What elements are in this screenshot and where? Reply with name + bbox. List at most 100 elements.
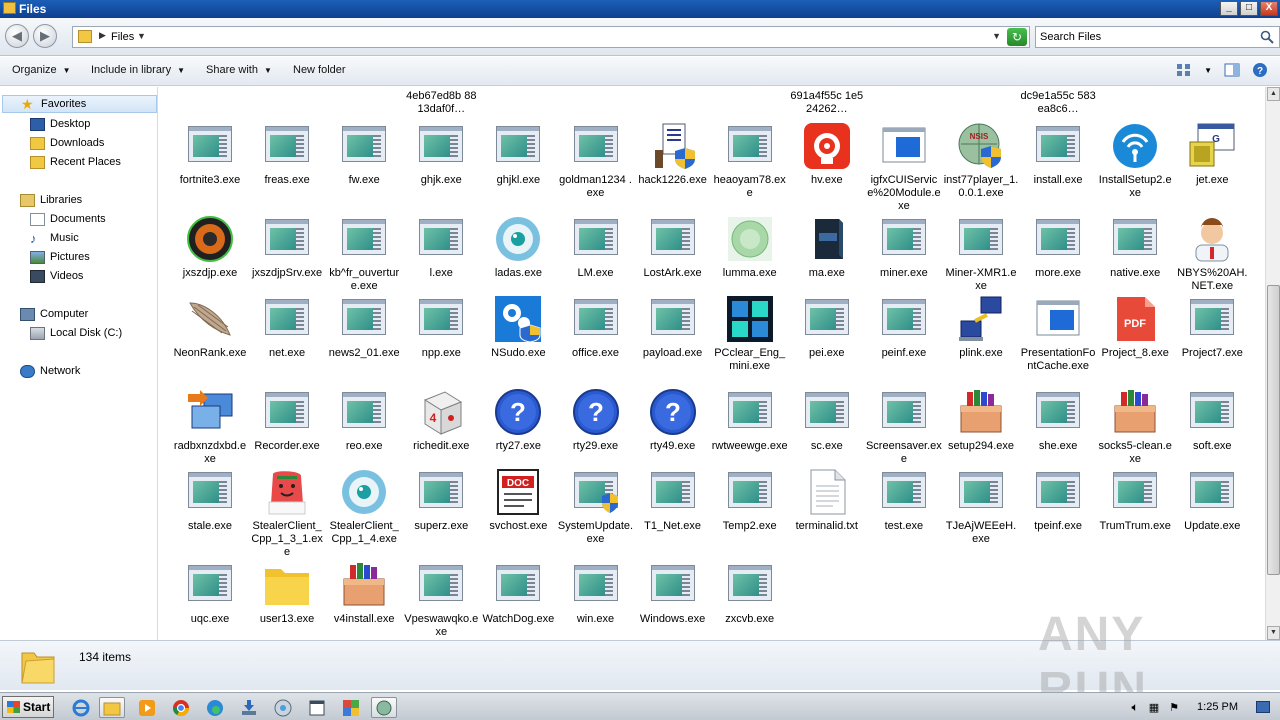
file-item[interactable]: radbxnzdxbd.exe — [172, 388, 248, 466]
chrome-icon[interactable] — [168, 697, 194, 718]
address-dropdown-icon[interactable]: ▼ — [992, 31, 1001, 41]
preview-pane-icon[interactable] — [1224, 62, 1240, 78]
file-item[interactable]: payload.exe — [635, 295, 711, 360]
scroll-down-button[interactable]: ▼ — [1267, 626, 1280, 640]
ie-icon[interactable] — [68, 697, 94, 718]
show-desktop-icon[interactable] — [1256, 701, 1270, 713]
file-label-partial[interactable]: 7b7712 1f0f2 d4eb67ed8b 8813daf0f… — [403, 87, 479, 116]
file-item[interactable]: NSIS inst77player_1.0.0.1.exe — [943, 122, 1019, 200]
file-item[interactable]: PresentationFontCache.exe — [1020, 295, 1096, 373]
file-item[interactable]: SystemUpdate.exe — [558, 468, 634, 546]
file-item[interactable]: fw.exe — [326, 122, 402, 187]
download-icon[interactable] — [236, 697, 262, 718]
breadcrumb-separator[interactable]: ▶ — [99, 30, 106, 41]
nav-videos[interactable]: Videos — [30, 267, 83, 285]
file-label-partial[interactable]: e — [558, 87, 634, 90]
file-item[interactable]: net.exe — [249, 295, 325, 360]
scroll-up-button[interactable]: ▲ — [1267, 87, 1280, 101]
file-item[interactable]: pei.exe — [789, 295, 865, 360]
file-item[interactable]: Recorder.exe — [249, 388, 325, 453]
refresh-button[interactable]: ↻ — [1007, 28, 1027, 46]
file-item[interactable]: ladas.exe — [480, 215, 556, 280]
action-center-icon[interactable]: ⚑ — [1169, 701, 1179, 714]
maximize-button[interactable]: □ — [1240, 1, 1258, 16]
nav-music[interactable]: ♪ Music — [30, 229, 79, 247]
nav-desktop[interactable]: Desktop — [30, 115, 90, 133]
file-item[interactable]: heaoyam78.exe — [712, 122, 788, 200]
chevron-down-icon[interactable]: ▼ — [137, 31, 146, 41]
file-item[interactable]: office.exe — [558, 295, 634, 360]
file-item[interactable]: NBYS%20AH.NET.exe — [1174, 215, 1250, 293]
file-item[interactable]: StealerClient_Cpp_1_3_1.exe — [249, 468, 325, 559]
file-item[interactable]: npp.exe — [403, 295, 479, 360]
nav-network[interactable]: Network — [20, 362, 80, 380]
clock[interactable]: 1:25 PM — [1197, 701, 1238, 713]
file-item[interactable]: test.exe — [866, 468, 942, 533]
help-icon[interactable]: ? — [1252, 62, 1268, 78]
media-player-icon[interactable] — [134, 697, 160, 718]
file-item[interactable]: Vpeswawqko.exe — [403, 561, 479, 639]
start-button[interactable]: Start — [2, 696, 54, 718]
file-item[interactable]: NSudo.exe — [480, 295, 556, 360]
file-item[interactable]: stale.exe — [172, 468, 248, 533]
file-item[interactable]: news2_01.exe — [326, 295, 402, 360]
file-item[interactable]: fortnite3.exe — [172, 122, 248, 187]
file-item[interactable]: LostArk.exe — [635, 215, 711, 280]
nav-downloads[interactable]: Downloads — [30, 134, 104, 152]
file-item[interactable]: freas.exe — [249, 122, 325, 187]
file-item[interactable]: tpeinf.exe — [1020, 468, 1096, 533]
file-item[interactable]: superz.exe — [403, 468, 479, 533]
file-item[interactable]: terminalid.txt — [789, 468, 865, 533]
nav-libraries[interactable]: Libraries — [20, 191, 82, 209]
view-dropdown-icon[interactable]: ▼ — [1204, 66, 1212, 75]
file-item[interactable]: more.exe — [1020, 215, 1096, 280]
file-item[interactable]: PDF Project_8.exe — [1097, 295, 1173, 360]
file-item[interactable]: user13.exe — [249, 561, 325, 626]
file-item[interactable]: hack1226.exe — [635, 122, 711, 187]
file-item[interactable]: setup294.exe — [943, 388, 1019, 453]
file-item[interactable]: Temp2.exe — [712, 468, 788, 533]
file-label-partial[interactable]: xe — [326, 87, 402, 90]
file-item[interactable]: T1_Net.exe — [635, 468, 711, 533]
file-item[interactable]: ma.exe — [789, 215, 865, 280]
file-item[interactable]: she.exe — [1020, 388, 1096, 453]
file-item[interactable]: install.exe — [1020, 122, 1096, 187]
file-item[interactable]: Windows.exe — [635, 561, 711, 626]
breadcrumb-files[interactable]: Files — [111, 31, 134, 43]
app-colorful-icon[interactable] — [338, 697, 364, 718]
file-label-partial[interactable]: 1d13d7dc98 83dc9e1a55c 583ea8c6… — [1020, 87, 1096, 116]
search-icon[interactable] — [1259, 29, 1275, 45]
new-folder-button[interactable]: New folder — [293, 64, 346, 76]
file-item[interactable]: DOC svchost.exe — [480, 468, 556, 533]
file-item[interactable]: miner.exe — [866, 215, 942, 280]
file-item[interactable]: ? rty27.exe — [480, 388, 556, 453]
file-item[interactable]: jxszdjp.exe — [172, 215, 248, 280]
file-item[interactable]: StealerClient_Cpp_1_4.exe — [326, 468, 402, 546]
file-item[interactable]: soft.exe — [1174, 388, 1250, 453]
file-item[interactable]: l.exe — [403, 215, 479, 280]
change-view-icon[interactable] — [1176, 62, 1192, 78]
file-item[interactable]: LM.exe — [558, 215, 634, 280]
file-item[interactable]: ? rty49.exe — [635, 388, 711, 453]
nav-favorites[interactable]: ★ Favorites — [2, 95, 157, 113]
include-in-library-button[interactable]: Include in library ▼ — [91, 64, 185, 76]
edge-icon[interactable] — [202, 697, 228, 718]
file-item[interactable]: Miner-XMR1.exe — [943, 215, 1019, 293]
address-box[interactable]: ▶ Files ▼ ▼ ↻ — [72, 26, 1030, 48]
file-item[interactable]: Gjet.exe — [1174, 122, 1250, 187]
file-item[interactable]: TrumTrum.exe — [1097, 468, 1173, 533]
file-item[interactable]: jxszdjpSrv.exe — [249, 215, 325, 280]
file-label-partial[interactable]: xe — [943, 87, 1019, 90]
network-tray-icon[interactable]: ▦ — [1149, 701, 1159, 714]
file-item[interactable]: ghjkl.exe — [480, 122, 556, 187]
file-item[interactable]: uqc.exe — [172, 561, 248, 626]
share-with-button[interactable]: Share with ▼ — [206, 64, 272, 76]
file-item[interactable]: native.exe — [1097, 215, 1173, 280]
nav-computer[interactable]: Computer — [20, 305, 88, 323]
search-box[interactable] — [1035, 26, 1280, 48]
file-item[interactable]: hv.exe — [789, 122, 865, 187]
file-item[interactable]: ? rty29.exe — [558, 388, 634, 453]
app-disc-icon[interactable] — [270, 697, 296, 718]
file-item[interactable]: Project7.exe — [1174, 295, 1250, 360]
nav-local-disk[interactable]: Local Disk (C:) — [30, 324, 122, 342]
